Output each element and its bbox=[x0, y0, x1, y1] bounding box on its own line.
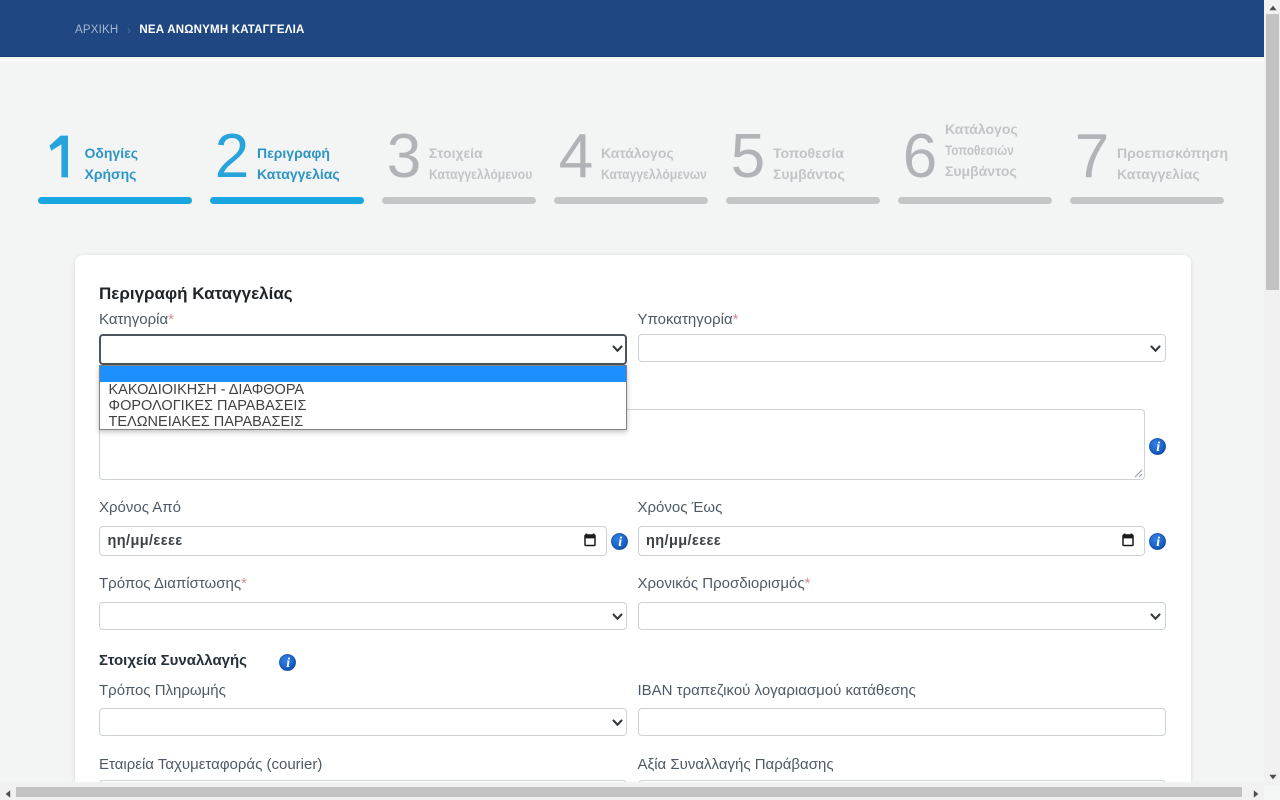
svg-text:i: i bbox=[618, 535, 622, 550]
svg-text:i: i bbox=[1156, 440, 1160, 455]
svg-text:i: i bbox=[1156, 535, 1160, 550]
svg-text:i: i bbox=[286, 656, 290, 671]
